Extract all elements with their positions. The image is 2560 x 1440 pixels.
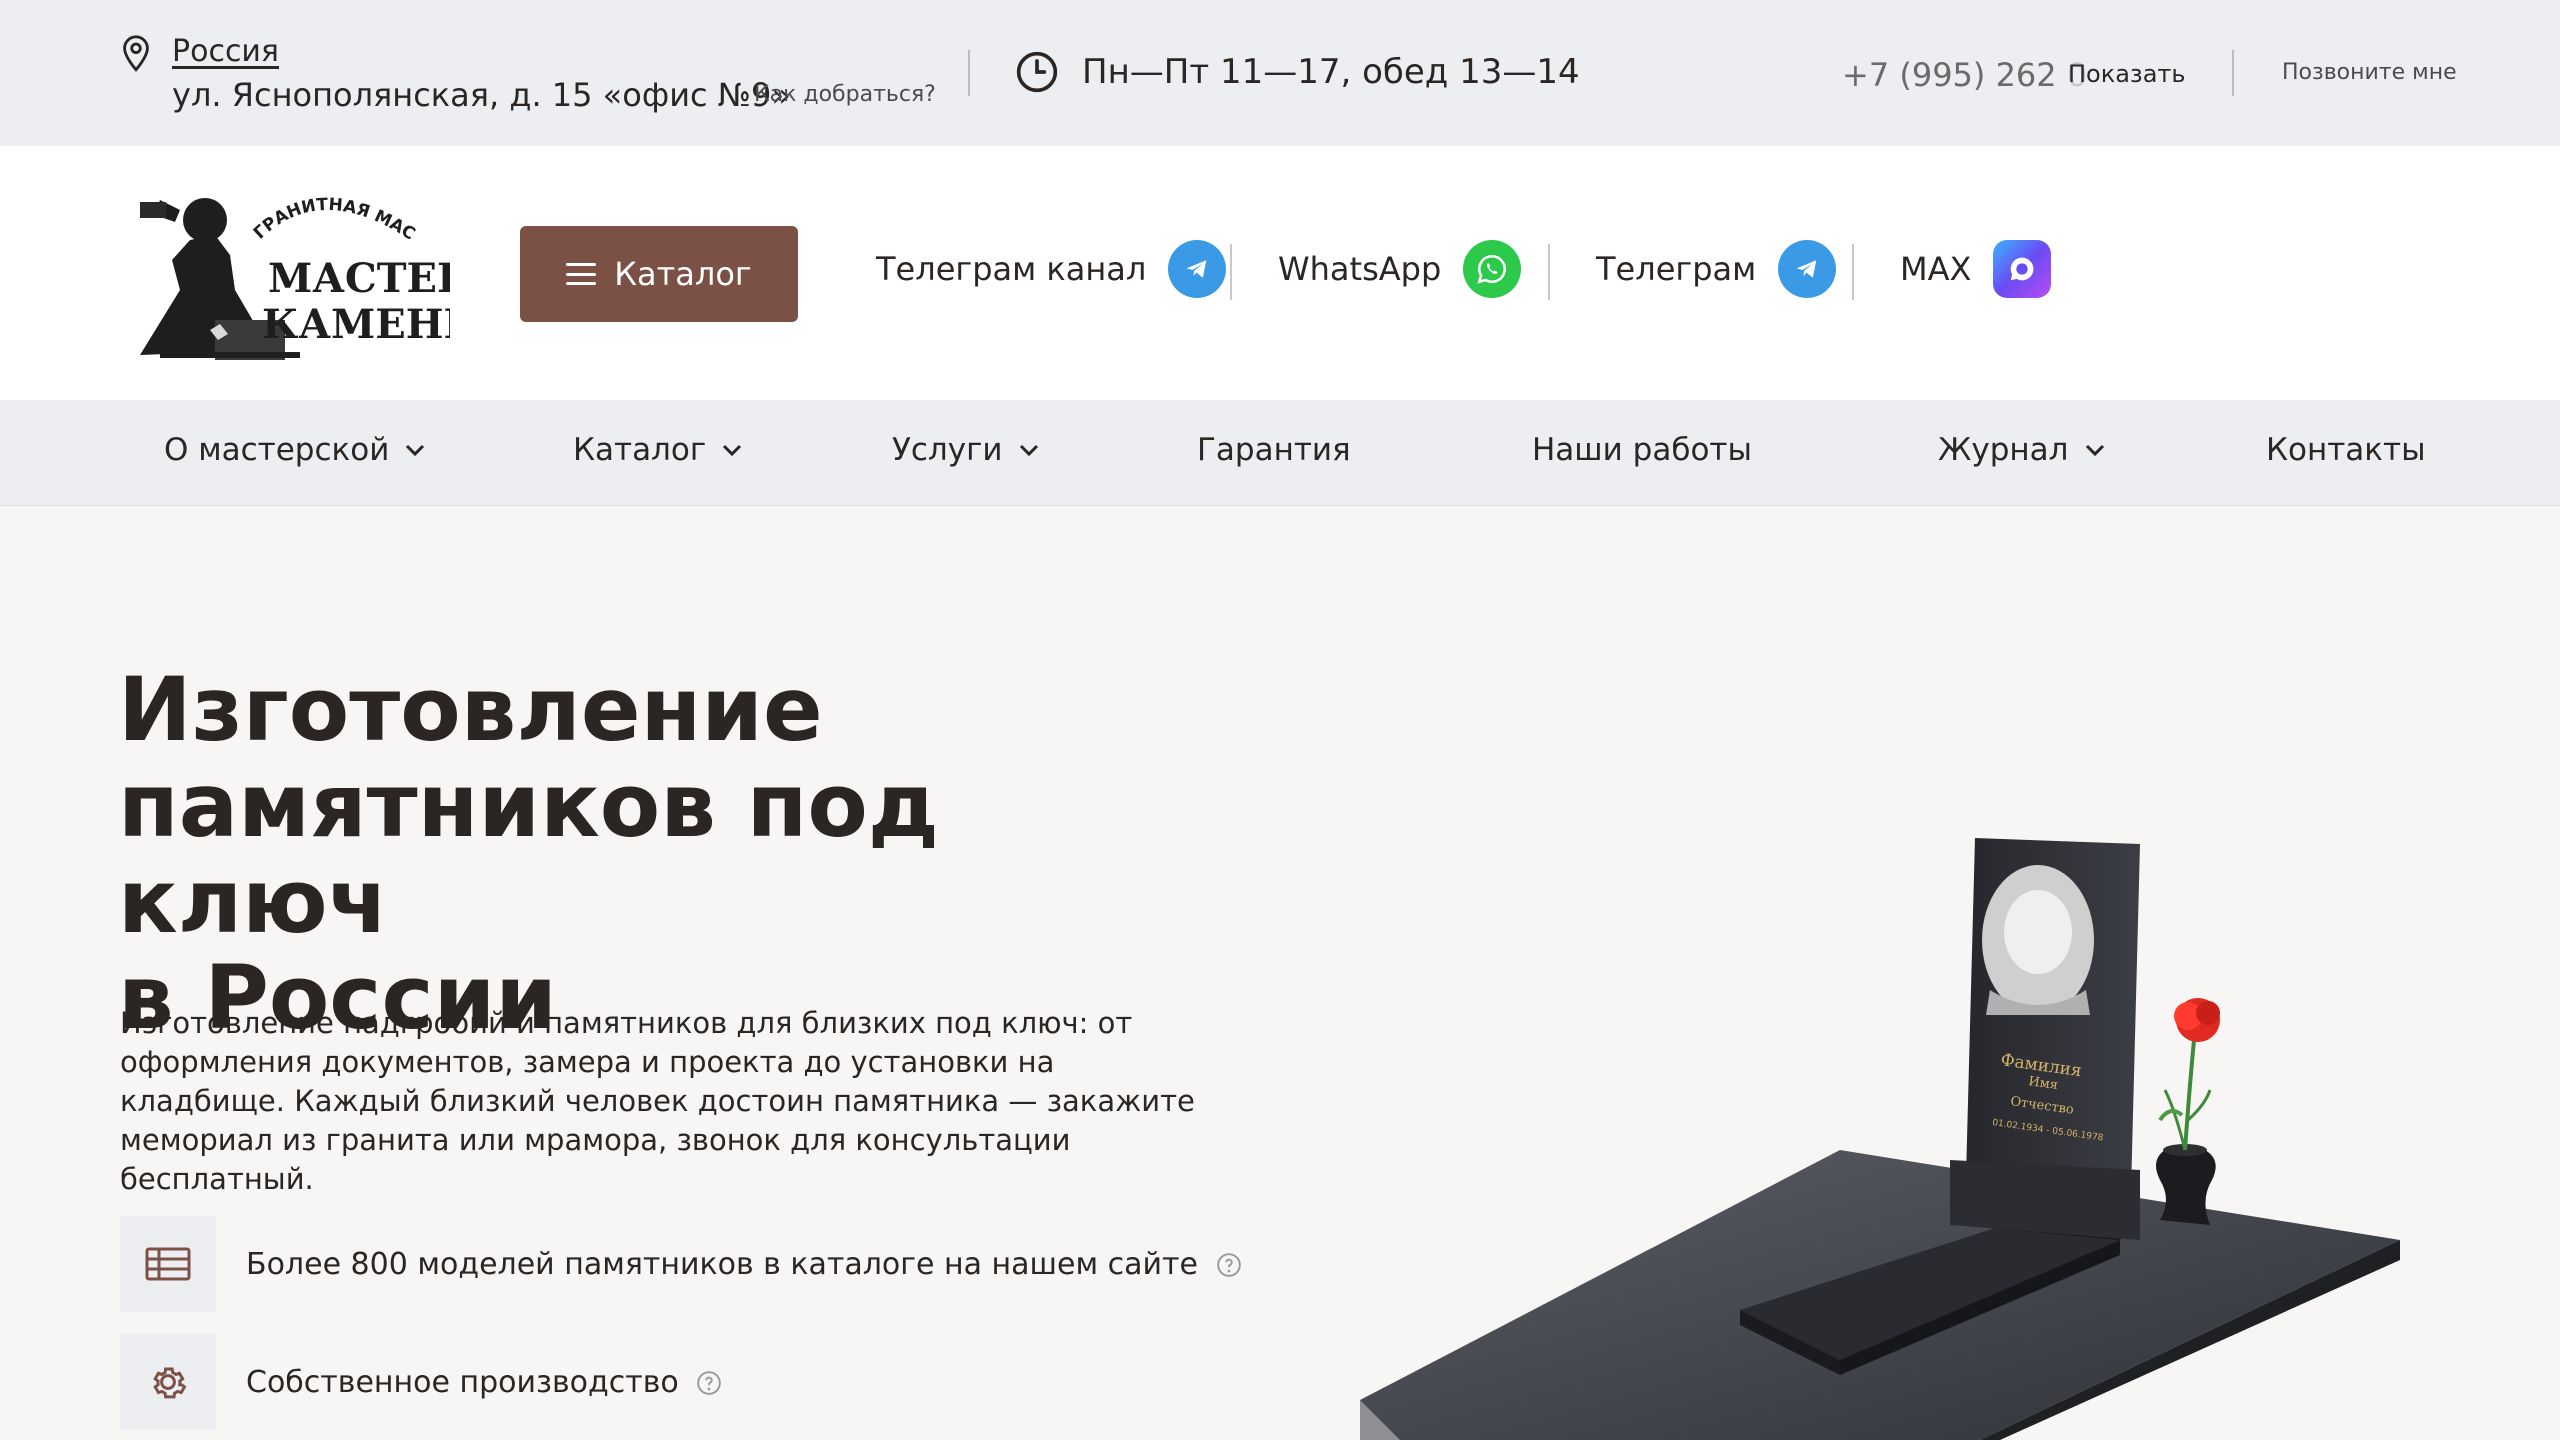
nav-item-journal[interactable]: Журнал [1938,432,2105,468]
nav-item-works[interactable]: Наши работы [1532,432,1752,468]
logo-line1: МАСТЕР [268,255,450,302]
social-label: Телеграм канал [876,250,1147,288]
chevron-down-icon [2085,444,2104,456]
divider [1548,244,1550,300]
social-telegram-channel[interactable]: Телеграм канал [876,240,1227,298]
divider [968,50,970,96]
max-icon [1993,240,2052,298]
location-pin-icon [123,35,149,72]
social-max[interactable]: MAX [1900,240,2052,298]
social-label: Телеграм [1596,250,1757,288]
nav-item-services[interactable]: Услуги [892,432,1039,468]
help-icon[interactable] [696,1370,722,1396]
callback-button[interactable]: Позвоните мне [2282,60,2457,85]
nav-item-catalog[interactable]: Каталог [573,432,742,468]
menu-icon [566,263,597,285]
clock-icon [1016,51,1058,93]
chevron-down-icon [1019,444,1038,456]
feature-text: Более 800 моделей памятников в каталоге … [246,1247,1242,1282]
nav-label: Гарантия [1197,432,1351,468]
route-link[interactable]: Как добраться? [754,82,936,107]
nav-label: Услуги [892,432,1003,468]
monument-image: Фамилия Имя Отчество 01.02.1934 - 05.06.… [1360,838,2400,1440]
show-phone-button[interactable]: Показать [2068,60,2186,88]
divider [1230,244,1232,300]
social-telegram[interactable]: Телеграм [1596,240,1837,298]
feature-text: Собственное производство [246,1365,722,1400]
top-info-bar: Россия ул. Яснополянская, д. 15 «офис №9… [0,0,2560,146]
divider [2232,50,2234,96]
chevron-down-icon [406,444,425,456]
catalog-list-icon [120,1216,216,1312]
title-line: Изготовление [118,658,823,761]
main-navigation: О мастерской Каталог Услуги Гарантия Наш… [0,400,2560,506]
gear-icon [120,1334,216,1430]
logo-line2: КАМЕНЕВ [262,301,450,348]
nav-item-contacts[interactable]: Контакты [2266,432,2426,468]
chevron-down-icon [723,444,742,456]
hero-description: Изготовление надгробий и памятников для … [120,1006,1195,1196]
help-icon[interactable] [1216,1252,1242,1278]
whatsapp-icon [1463,240,1522,298]
feature-item: Собственное производство [120,1334,722,1430]
telegram-icon [1168,240,1227,298]
social-label: MAX [1900,250,1972,288]
page-title: Изготовление памятников под ключ в Росси… [118,662,1218,1046]
working-hours: Пн—Пт 11—17, обед 13—14 [1082,52,1580,92]
social-label: WhatsApp [1278,250,1442,288]
nav-label: Контакты [2266,432,2426,468]
country-link[interactable]: Россия [172,34,279,69]
nav-label: Журнал [1938,432,2069,468]
nav-label: Наши работы [1532,432,1752,468]
catalog-button-label: Каталог [614,255,752,293]
divider [1852,244,1854,300]
nav-item-about[interactable]: О мастерской [164,432,425,468]
phone-number: +7 (995) 262 0 [1842,56,2088,94]
social-whatsapp[interactable]: WhatsApp [1278,240,1522,298]
logo[interactable]: ГРАНИТНАЯ МАСТЕРСКАЯ МАСТЕР КАМЕНЕВ [120,180,450,370]
title-line: памятников под ключ [118,754,939,953]
catalog-button[interactable]: Каталог [520,226,798,322]
telegram-icon [1778,240,1837,298]
office-address: ул. Яснополянская, д. 15 «офис №9» [172,76,791,114]
feature-item: Более 800 моделей памятников в каталоге … [120,1216,1242,1312]
nav-label: О мастерской [164,432,390,468]
nav-item-guarantee[interactable]: Гарантия [1197,432,1351,468]
nav-label: Каталог [573,432,707,468]
